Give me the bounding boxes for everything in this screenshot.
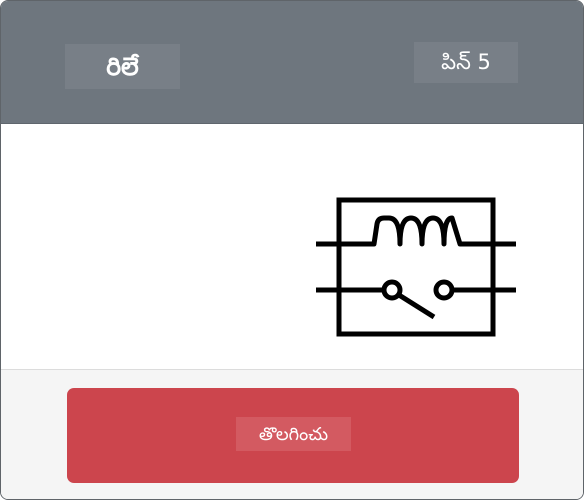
pin-badge: పిన్ 5 (414, 42, 518, 83)
remove-label-box: తొలగించు (236, 417, 351, 451)
remove-label: తొలగించు (258, 424, 329, 444)
relay-icon (316, 197, 516, 337)
component-title: రిలే (106, 52, 139, 81)
relay-card: రిలే పిన్ 5 తొలగించు (0, 0, 584, 500)
pin-label: పిన్ 5 (441, 50, 491, 74)
card-header: రిలే పిన్ 5 (1, 1, 583, 124)
card-body (1, 124, 583, 369)
card-footer: తొలగించు (1, 369, 583, 499)
remove-button[interactable]: తొలగించు (67, 388, 519, 483)
title-box: రిలే (65, 44, 180, 89)
